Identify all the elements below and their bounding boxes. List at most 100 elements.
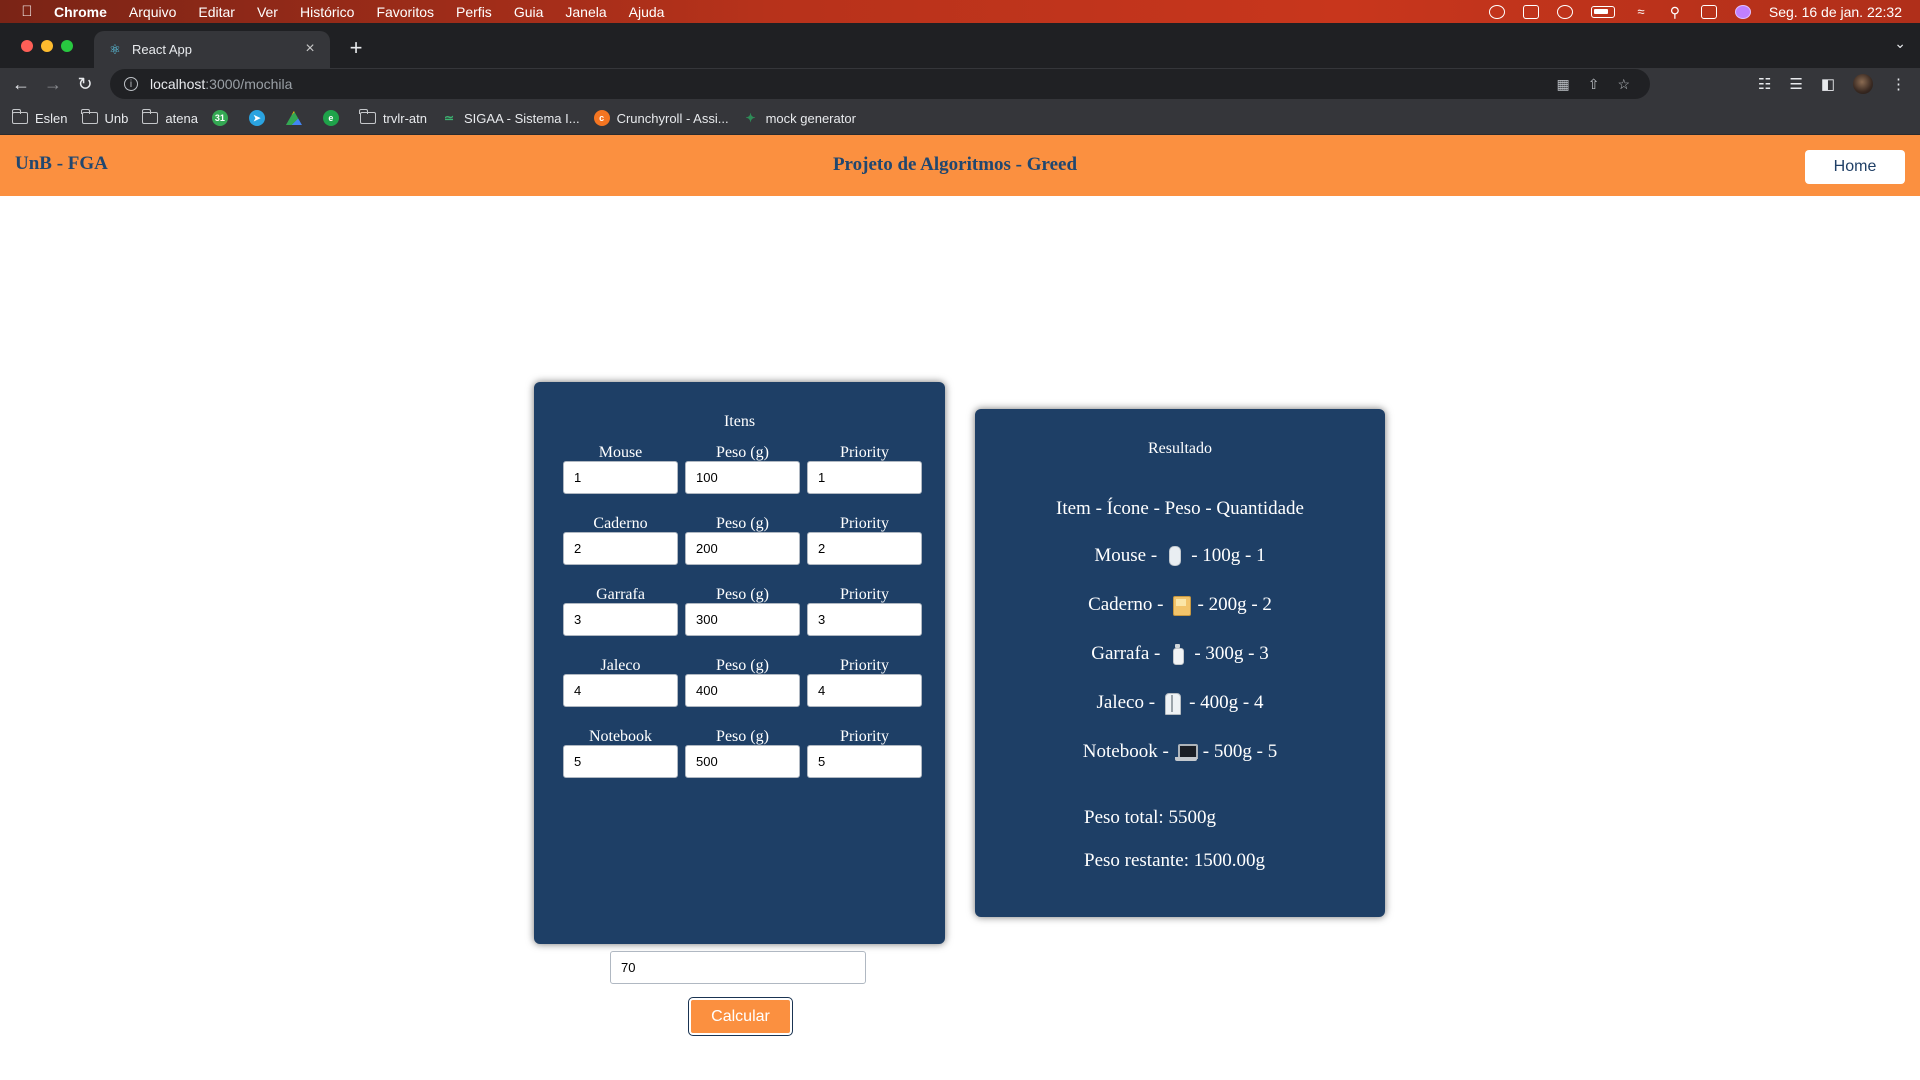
bookmark-drive[interactable] (285, 111, 309, 125)
garrafa-priority-input[interactable]: 3 (807, 603, 922, 636)
play-icon[interactable] (1556, 4, 1573, 19)
bookmark-evernote[interactable]: e (322, 110, 346, 126)
minimize-window-button[interactable] (41, 40, 53, 52)
more-menu-icon[interactable]: ⋮ (1891, 75, 1906, 93)
result-item-name: Jaleco - (1096, 692, 1156, 713)
item-name-label: Garrafa (596, 586, 645, 603)
garrafa-quantity-input[interactable]: 3 (563, 603, 678, 636)
mouse-quantity-input[interactable]: 1 (563, 461, 678, 494)
maximize-window-button[interactable] (61, 40, 73, 52)
menubar-datetime[interactable]: Seg. 16 de jan. 22:32 (1769, 4, 1902, 20)
search-icon[interactable]: ⚲ (1667, 5, 1683, 19)
headphones-icon[interactable] (1488, 4, 1505, 19)
menu-app-name[interactable]: Chrome (54, 4, 107, 20)
folder-icon (11, 109, 28, 124)
profile-avatar[interactable] (1853, 74, 1873, 94)
bookmark-atena[interactable]: atena (141, 109, 198, 126)
page-title: Projeto de Algoritmos - Greed (832, 154, 1078, 175)
bookmark-crunchyroll[interactable]: c Crunchyroll - Assi... (593, 110, 729, 126)
chevron-down-icon[interactable]: ⌄ (1894, 35, 1906, 52)
reading-list-icon[interactable]: ☰ (1789, 75, 1802, 93)
notebook-weight-input[interactable]: 500 (685, 745, 800, 778)
menu-favoritos[interactable]: Favoritos (376, 4, 434, 20)
bookmark-mock-generator[interactable]: ✦ mock generator (743, 110, 856, 126)
crunchyroll-icon: c (593, 110, 610, 126)
tab-react-app[interactable]: ⚛ React App × (94, 31, 330, 68)
items-title: Itens (723, 413, 756, 430)
mouse-weight-input[interactable]: 100 (685, 461, 800, 494)
bookmark-trvlr-atn[interactable]: trvlr-atn (359, 109, 427, 126)
result-title: Resultado (1148, 440, 1212, 457)
menu-editar[interactable]: Editar (198, 4, 235, 20)
bookmark-label: atena (165, 110, 198, 126)
siri-icon[interactable] (1734, 4, 1751, 19)
weight-label: Peso (g) (716, 515, 769, 532)
share-icon[interactable]: ⇧ (1588, 76, 1600, 93)
item-name-label: Caderno (593, 515, 648, 532)
side-panel-icon[interactable]: ◧ (1821, 75, 1835, 93)
menu-perfis[interactable]: Perfis (456, 4, 492, 20)
site-info-icon[interactable]: i (124, 77, 138, 91)
bookmark-eslen[interactable]: Eslen (11, 109, 68, 126)
bookmark-label: Crunchyroll - Assi... (616, 110, 729, 126)
notebook-priority-input[interactable]: 5 (807, 745, 922, 778)
jaleco-weight-input[interactable]: 400 (685, 674, 800, 707)
folder-icon (359, 109, 376, 124)
display-icon[interactable] (1522, 4, 1539, 19)
garrafa-weight-input[interactable]: 300 (685, 603, 800, 636)
jaleco-quantity-input[interactable]: 4 (563, 674, 678, 707)
browser-toolbar: ← → ↻ i localhost:3000/mochila ▦ ⇧ ☆ ☷ ☰… (0, 68, 1920, 102)
caderno-priority-input[interactable]: 2 (807, 532, 922, 565)
result-item-details: - 200g - 2 (1197, 594, 1272, 615)
extensions-icon[interactable]: ☷ (1758, 75, 1771, 93)
mouse-priority-input[interactable]: 1 (807, 461, 922, 494)
menu-historico[interactable]: Histórico (300, 4, 354, 20)
notebook-quantity-input[interactable]: 5 (563, 745, 678, 778)
bookmark-calendar[interactable]: 31 (211, 110, 235, 126)
bookmark-star-icon[interactable]: ☆ (1617, 76, 1630, 93)
result-item-details: - 300g - 3 (1194, 643, 1269, 664)
bookmark-telegram[interactable]: ➤ (248, 110, 272, 126)
capacity-input[interactable]: 70 (610, 951, 866, 984)
priority-label: Priority (840, 586, 889, 603)
translate-icon[interactable]: ▦ (1556, 76, 1569, 93)
priority-label: Priority (840, 515, 889, 532)
priority-label: Priority (840, 728, 889, 745)
forward-icon[interactable]: → (42, 74, 64, 95)
close-window-button[interactable] (21, 40, 33, 52)
calculate-button[interactable]: Calcular (688, 997, 793, 1036)
menu-guia[interactable]: Guia (514, 4, 544, 20)
caderno-quantity-input[interactable]: 2 (563, 532, 678, 565)
bookmark-sigaa[interactable]: ≃ SIGAA - Sistema I... (441, 110, 580, 126)
bookmark-unb[interactable]: Unb (81, 109, 128, 126)
control-center-icon[interactable] (1700, 4, 1717, 19)
caderno-weight-input[interactable]: 200 (685, 532, 800, 565)
bottle-icon (1166, 643, 1188, 665)
battery-icon[interactable] (1590, 5, 1615, 18)
new-tab-icon[interactable]: + (346, 35, 366, 61)
page-content: UnB - FGA Projeto de Algoritmos - Greed … (0, 135, 1920, 1080)
menu-arquivo[interactable]: Arquivo (129, 4, 176, 20)
back-icon[interactable]: ← (10, 74, 32, 95)
close-tab-icon[interactable]: × (302, 40, 318, 58)
weight-label: Peso (g) (716, 444, 769, 461)
result-item-name: Mouse - (1094, 545, 1158, 566)
weight-label: Peso (g) (716, 586, 769, 603)
address-bar[interactable]: i localhost:3000/mochila ▦ ⇧ ☆ (110, 69, 1650, 99)
apple-icon[interactable]:  (20, 3, 34, 20)
menu-ajuda[interactable]: Ajuda (629, 4, 665, 20)
menu-ver[interactable]: Ver (257, 4, 278, 20)
mouse-icon (1163, 545, 1185, 567)
item-name-label: Notebook (588, 728, 653, 745)
tab-title: React App (132, 42, 192, 57)
home-button[interactable]: Home (1805, 150, 1905, 184)
result-line-jaleco: Jaleco - - 400g - 4 (975, 692, 1385, 715)
reload-icon[interactable]: ↻ (74, 74, 96, 95)
bookmark-label: SIGAA - Sistema I... (464, 110, 580, 126)
folder-icon (81, 109, 98, 124)
wifi-icon[interactable]: ≈ (1633, 4, 1649, 19)
jaleco-priority-input[interactable]: 4 (807, 674, 922, 707)
menu-janela[interactable]: Janela (565, 4, 606, 20)
bookmark-label: Eslen (35, 110, 68, 126)
result-item-name: Garrafa - (1091, 643, 1161, 664)
